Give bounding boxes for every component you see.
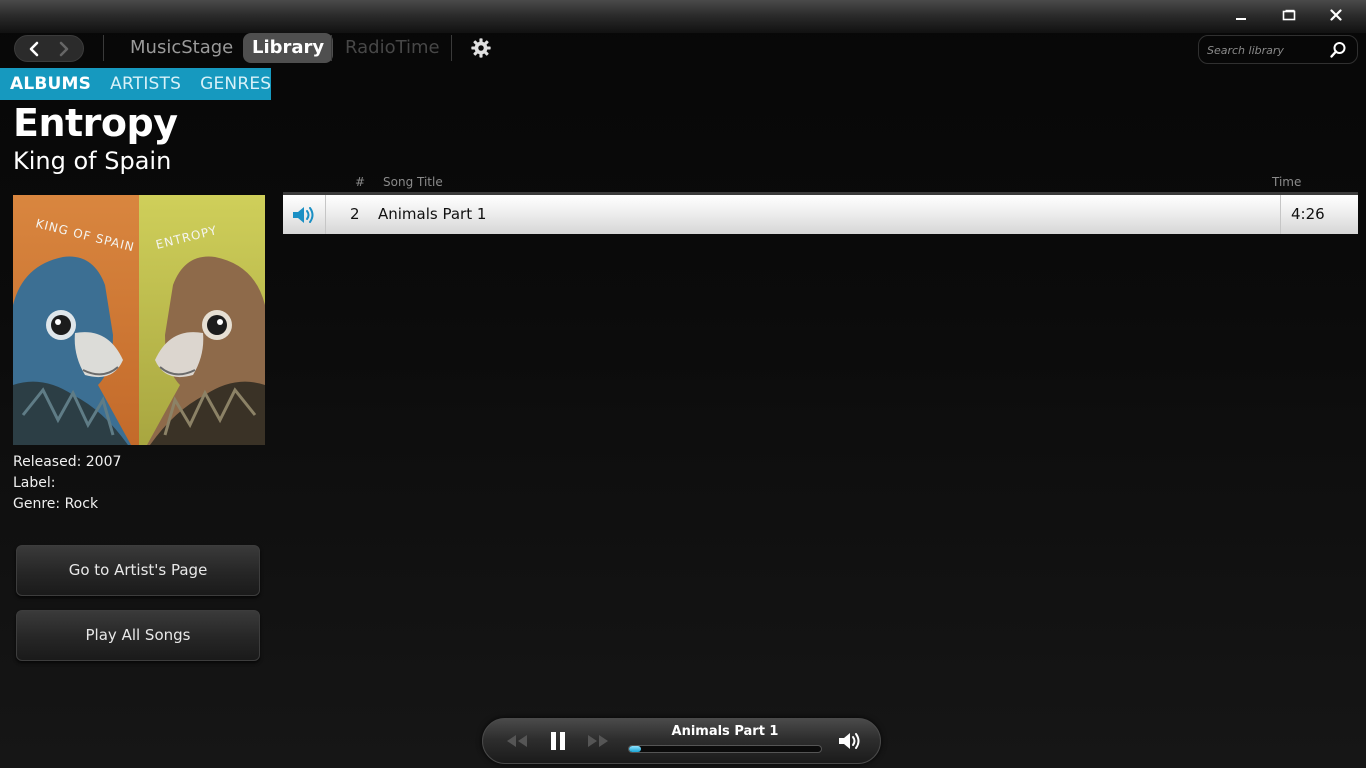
rewind-icon (507, 735, 527, 747)
track-title: Animals Part 1 (378, 205, 487, 223)
search-input[interactable] (1207, 40, 1325, 60)
settings-button[interactable] (470, 37, 492, 59)
track-number: 2 (350, 205, 360, 223)
back-button[interactable] (21, 37, 47, 61)
volume-icon (839, 733, 860, 749)
progress-fill (629, 746, 641, 752)
volume-button[interactable] (836, 730, 864, 752)
play-all-songs-button[interactable]: Play All Songs (16, 610, 260, 661)
minimize-button[interactable] (1218, 3, 1264, 27)
search-icon[interactable] (1329, 41, 1347, 59)
column-divider (1280, 195, 1281, 234)
album-genre: Genre: Rock (13, 496, 98, 512)
fast-forward-icon (588, 735, 608, 747)
album-title: Entropy (13, 101, 178, 145)
header-track-number[interactable]: # (355, 175, 365, 189)
maximize-button[interactable] (1266, 3, 1312, 27)
title-bar (0, 0, 1366, 33)
subtab-albums[interactable]: ALBUMS (10, 74, 91, 94)
progress-bar[interactable] (628, 745, 822, 753)
music-app-window: MusicStage Library RadioTime Search libr… (0, 0, 1366, 768)
genre-value: Rock (64, 496, 99, 512)
go-to-artist-button[interactable]: Go to Artist's Page (16, 545, 260, 596)
nav-separator (331, 35, 332, 61)
nav-separator (451, 35, 452, 61)
maximize-icon (1282, 9, 1296, 21)
nav-separator (103, 35, 104, 61)
released-value: 2007 (85, 454, 122, 470)
album-artist: King of Spain (13, 147, 172, 175)
close-button[interactable] (1313, 3, 1359, 27)
forward-button[interactable] (51, 37, 77, 61)
search-box (1198, 35, 1358, 64)
genre-label: Genre: (13, 496, 61, 512)
close-icon (1330, 9, 1342, 21)
gear-icon (471, 38, 491, 58)
pause-icon (551, 732, 565, 750)
released-label: Released: (13, 454, 82, 470)
label-label: Label: (13, 475, 56, 491)
now-playing-title: Animals Part 1 (671, 724, 779, 739)
nav-library[interactable]: Library (243, 33, 334, 63)
subtab-artists[interactable]: ARTISTS (110, 74, 181, 94)
pause-button[interactable] (546, 729, 570, 753)
chevron-right-icon (59, 41, 69, 56)
history-nav (14, 35, 84, 62)
track-row[interactable]: 2 Animals Part 1 4:26 (283, 195, 1358, 234)
album-cover: KING OF SPAIN ENTROPY (13, 195, 265, 445)
nav-musicstage[interactable]: MusicStage (130, 33, 233, 63)
header-time[interactable]: Time (1272, 175, 1301, 189)
now-playing-indicator (291, 204, 317, 226)
column-divider (325, 195, 326, 234)
previous-button[interactable] (503, 731, 531, 751)
subtab-genres[interactable]: GENRES (200, 74, 271, 94)
minimize-icon (1236, 18, 1246, 20)
speaker-icon (293, 207, 314, 223)
next-button[interactable] (584, 731, 612, 751)
album-released: Released: 2007 (13, 454, 121, 470)
header-song-title[interactable]: Song Title (383, 175, 443, 189)
library-subtabs: ALBUMS ARTISTS GENRES (0, 68, 271, 100)
track-time: 4:26 (1291, 205, 1325, 223)
album-label: Label: (13, 475, 56, 491)
nav-bar: MusicStage Library RadioTime (0, 33, 1366, 67)
chevron-left-icon (29, 41, 39, 56)
nav-radiotime[interactable]: RadioTime (345, 33, 440, 63)
